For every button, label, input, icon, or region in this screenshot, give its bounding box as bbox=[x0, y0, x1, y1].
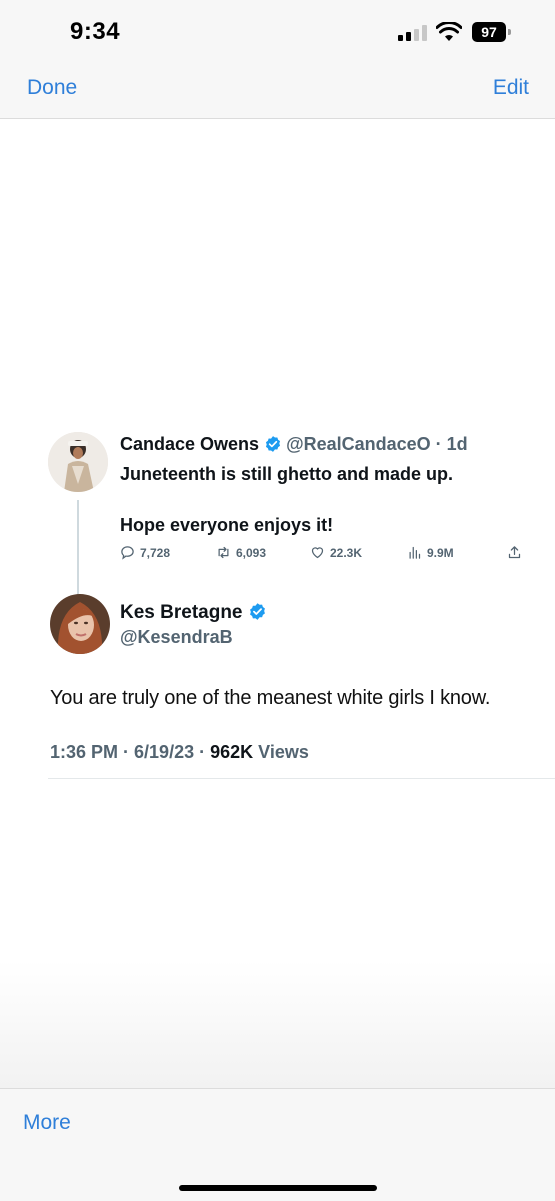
tweet-age: 1d bbox=[446, 434, 468, 454]
views-count: 9.9M bbox=[427, 545, 454, 560]
tweet-text-line: Juneteenth is still ghetto and made up. bbox=[120, 464, 454, 484]
share-button[interactable] bbox=[507, 545, 522, 560]
status-bar: 9:34 97 bbox=[0, 0, 555, 62]
tweet-time[interactable]: 1:36 PM bbox=[50, 742, 118, 762]
separator: · bbox=[430, 434, 447, 454]
separator: · bbox=[194, 742, 211, 762]
author-handle[interactable]: @KesendraB bbox=[120, 627, 233, 648]
retweet-icon bbox=[218, 546, 229, 559]
reply-button[interactable]: 7,728 bbox=[120, 545, 170, 560]
separator: · bbox=[118, 742, 135, 762]
author-name[interactable]: Candace Owens bbox=[120, 434, 259, 454]
nav-bar: Done Edit bbox=[0, 62, 555, 119]
tweet-text-line: Hope everyone enjoys it! bbox=[120, 515, 334, 535]
reply-count: 7,728 bbox=[140, 545, 171, 560]
divider bbox=[48, 778, 555, 779]
parent-tweet-header: Candace Owens @RealCandaceO · 1d bbox=[120, 434, 468, 455]
tweet-actions: 7,728 6,093 22.3K 9.9M bbox=[120, 545, 530, 565]
edit-button[interactable]: Edit bbox=[493, 76, 529, 100]
battery-icon: 97 bbox=[472, 22, 512, 42]
avatar[interactable] bbox=[50, 594, 110, 654]
reply-icon bbox=[121, 546, 134, 560]
views-label: Views bbox=[258, 742, 309, 762]
retweet-count: 6,093 bbox=[236, 545, 267, 560]
like-button[interactable]: 22.3K bbox=[310, 545, 362, 560]
author-name-row: Kes Bretagne bbox=[120, 602, 271, 624]
parent-tweet-text: Juneteenth is still ghetto and made up. … bbox=[120, 462, 520, 538]
home-indicator[interactable] bbox=[179, 1185, 377, 1191]
like-icon bbox=[311, 547, 324, 559]
share-icon bbox=[508, 546, 521, 559]
tweet-date[interactable]: 6/19/23 bbox=[134, 742, 194, 762]
views-icon bbox=[409, 546, 421, 559]
views-button[interactable]: 9.9M bbox=[407, 545, 454, 560]
verified-badge-icon bbox=[266, 436, 281, 452]
wifi-icon bbox=[436, 22, 462, 41]
avatar[interactable] bbox=[48, 432, 108, 492]
retweet-button[interactable]: 6,093 bbox=[216, 545, 266, 560]
author-handle[interactable]: @RealCandaceO bbox=[286, 434, 431, 454]
verified-badge-icon bbox=[249, 603, 265, 620]
tweet-meta: 1:36 PM · 6/19/23 · 962K Views bbox=[50, 742, 309, 763]
like-count: 22.3K bbox=[330, 545, 363, 560]
bottom-toolbar: More bbox=[0, 1088, 555, 1201]
bottom-fade bbox=[0, 960, 555, 1088]
tweet-text: You are truly one of the meanest white g… bbox=[50, 687, 491, 709]
done-button[interactable]: Done bbox=[27, 76, 77, 100]
more-button[interactable]: More bbox=[23, 1111, 71, 1135]
author-name[interactable]: Kes Bretagne bbox=[120, 602, 243, 623]
battery-level: 97 bbox=[472, 22, 506, 42]
views-count: 962K bbox=[210, 742, 254, 762]
status-time: 9:34 bbox=[70, 18, 121, 45]
cellular-signal-icon bbox=[398, 25, 428, 41]
